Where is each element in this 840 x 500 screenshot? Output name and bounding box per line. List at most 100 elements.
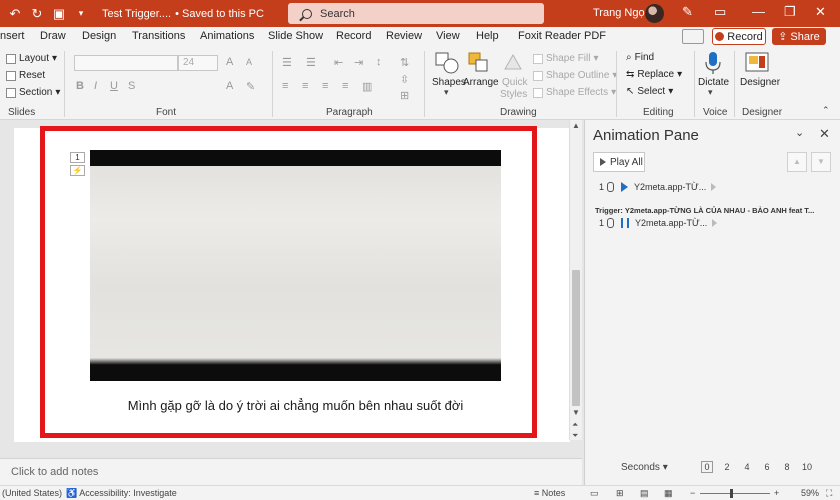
- smartart-icon[interactable]: ⊞: [400, 89, 409, 102]
- tab-design[interactable]: Design: [82, 30, 116, 42]
- scroll-down-icon[interactable]: ▼: [572, 408, 580, 417]
- font-color-icon[interactable]: A: [226, 80, 233, 92]
- present-from-start-icon[interactable]: ▣: [48, 6, 70, 22]
- tab-animations[interactable]: Animations: [200, 30, 254, 42]
- font-size-combo[interactable]: 24: [178, 55, 218, 71]
- seconds-label: Seconds: [621, 462, 660, 473]
- scroll-thumb[interactable]: [572, 270, 580, 406]
- designer-button[interactable]: Designer: [740, 77, 780, 88]
- align-left-icon[interactable]: ≡: [282, 80, 288, 92]
- font-name-combo[interactable]: [74, 55, 178, 71]
- align-center-icon[interactable]: ≡: [302, 80, 308, 92]
- line-spacing-icon[interactable]: ↕: [376, 56, 382, 68]
- chevron-down-icon: ▾: [593, 53, 599, 64]
- notes-icon: ≡: [534, 488, 540, 498]
- select-button[interactable]: ↖ Select ▾: [626, 86, 673, 97]
- increase-indent-icon[interactable]: ⇥: [354, 56, 363, 69]
- shape-outline-button[interactable]: Shape Outline ▾: [533, 70, 617, 81]
- reset-button[interactable]: Reset: [6, 70, 45, 81]
- italic-icon[interactable]: I: [94, 80, 97, 92]
- search-input[interactable]: Search: [288, 3, 544, 24]
- close-icon[interactable]: ✕: [815, 4, 826, 20]
- notes-toggle-button[interactable]: ≡ Notes: [534, 488, 565, 498]
- decrease-font-size-icon[interactable]: A: [246, 57, 252, 67]
- pen-icon[interactable]: ✎: [682, 4, 693, 20]
- notes-pane[interactable]: Click to add notes: [0, 458, 582, 485]
- replace-button[interactable]: ⇆ Replace ▾: [626, 69, 682, 80]
- arrange-button[interactable]: Arrange: [463, 77, 499, 88]
- tab-draw[interactable]: Draw: [40, 30, 66, 42]
- tab-view[interactable]: View: [436, 30, 460, 42]
- zoom-level[interactable]: 59%: [801, 488, 819, 498]
- language-status[interactable]: (United States): [2, 488, 62, 498]
- columns-icon[interactable]: ▥: [362, 80, 372, 93]
- reading-view-icon[interactable]: ▤: [640, 488, 649, 499]
- save-status[interactable]: • Saved to this PC: [175, 8, 264, 20]
- zoom-in-icon[interactable]: +: [774, 488, 779, 498]
- tab-insert[interactable]: nsert: [0, 30, 24, 42]
- accessibility-status[interactable]: ♿ Accessibility: Investigate: [66, 488, 177, 499]
- play-all-button[interactable]: Play All: [593, 152, 645, 172]
- underline-icon[interactable]: U: [110, 80, 118, 92]
- editing-group-label: Editing: [643, 107, 674, 118]
- chevron-down-icon[interactable]: ⌄: [795, 126, 804, 139]
- next-slide-icon[interactable]: ⏷: [572, 431, 578, 441]
- scroll-up-icon[interactable]: ▲: [572, 121, 580, 130]
- zoom-slider[interactable]: [700, 493, 770, 494]
- ribbon-display-icon[interactable]: ▭: [714, 4, 726, 20]
- shape-effects-button[interactable]: Shape Effects ▾: [533, 87, 616, 98]
- move-up-button[interactable]: ▲: [787, 152, 807, 172]
- user-name[interactable]: Trang Ngọc: [593, 7, 650, 19]
- record-button[interactable]: Record: [712, 28, 766, 45]
- shape-fill-button[interactable]: Shape Fill ▾: [533, 53, 599, 64]
- tab-foxit-reader-pdf[interactable]: Foxit Reader PDF: [518, 30, 606, 42]
- bold-icon[interactable]: B: [76, 80, 84, 92]
- normal-view-icon[interactable]: ▭: [590, 488, 599, 499]
- close-icon[interactable]: ✕: [819, 126, 830, 142]
- avatar[interactable]: [645, 4, 664, 23]
- align-right-icon[interactable]: ≡: [322, 80, 328, 92]
- strikethrough-icon[interactable]: S: [128, 80, 135, 92]
- increase-font-size-icon[interactable]: A: [226, 56, 233, 68]
- share-button[interactable]: ⇪ Share: [772, 28, 826, 45]
- find-icon: ⌕: [626, 52, 632, 63]
- find-button[interactable]: ⌕ Find: [626, 52, 654, 63]
- align-text-icon[interactable]: ⇳: [400, 73, 409, 86]
- numbering-icon[interactable]: ☰: [306, 56, 316, 69]
- quick-styles-button[interactable]: Quick: [502, 77, 528, 88]
- zoom-slider-thumb[interactable]: [730, 489, 733, 498]
- dictate-button[interactable]: Dictate: [698, 77, 729, 88]
- tab-slide-show[interactable]: Slide Show: [268, 30, 323, 42]
- editor-scrollbar[interactable]: ▲ ▼ ⏶ ⏷: [569, 120, 582, 440]
- bullets-icon[interactable]: ☰: [282, 56, 292, 69]
- tab-review[interactable]: Review: [386, 30, 422, 42]
- minimize-icon[interactable]: —: [752, 4, 765, 19]
- section-button[interactable]: Section ▾: [6, 87, 60, 98]
- seconds-dropdown[interactable]: Seconds ▾: [621, 462, 668, 473]
- animation-item[interactable]: 1 Y2meta.app-TỪ...: [599, 182, 717, 192]
- slide-show-icon[interactable]: ▦: [664, 488, 673, 499]
- fit-to-window-icon[interactable]: ⛶: [826, 488, 832, 499]
- comments-button[interactable]: [682, 29, 704, 44]
- restore-icon[interactable]: ❐: [784, 4, 796, 20]
- zoom-out-icon[interactable]: −: [690, 488, 695, 498]
- share-button-label: Share: [790, 30, 820, 43]
- tab-record[interactable]: Record: [336, 30, 371, 42]
- undo-icon[interactable]: ↶: [4, 6, 26, 22]
- tab-transitions[interactable]: Transitions: [132, 30, 185, 42]
- layout-button[interactable]: Layout ▾: [6, 53, 57, 64]
- move-down-button[interactable]: ▼: [811, 152, 831, 172]
- customize-toolbar-icon[interactable]: ▾: [70, 8, 92, 19]
- collapse-ribbon-icon[interactable]: ⌃: [822, 105, 830, 116]
- tab-help[interactable]: Help: [476, 30, 499, 42]
- highlight-icon[interactable]: ✎: [246, 80, 255, 93]
- timeline-ruler[interactable]: 0 2 4 6 8 10: [701, 460, 821, 474]
- justify-icon[interactable]: ≡: [342, 80, 348, 92]
- decrease-indent-icon[interactable]: ⇤: [334, 56, 343, 69]
- previous-slide-icon[interactable]: ⏶: [572, 420, 578, 430]
- text-direction-icon[interactable]: ⇅: [400, 56, 409, 69]
- redo-icon[interactable]: ↻: [26, 6, 48, 22]
- animation-item[interactable]: 1 Y2meta.app-TỪ...: [599, 218, 718, 228]
- timeline-tick: 4: [744, 462, 750, 472]
- slide-sorter-icon[interactable]: ⊞: [616, 488, 624, 499]
